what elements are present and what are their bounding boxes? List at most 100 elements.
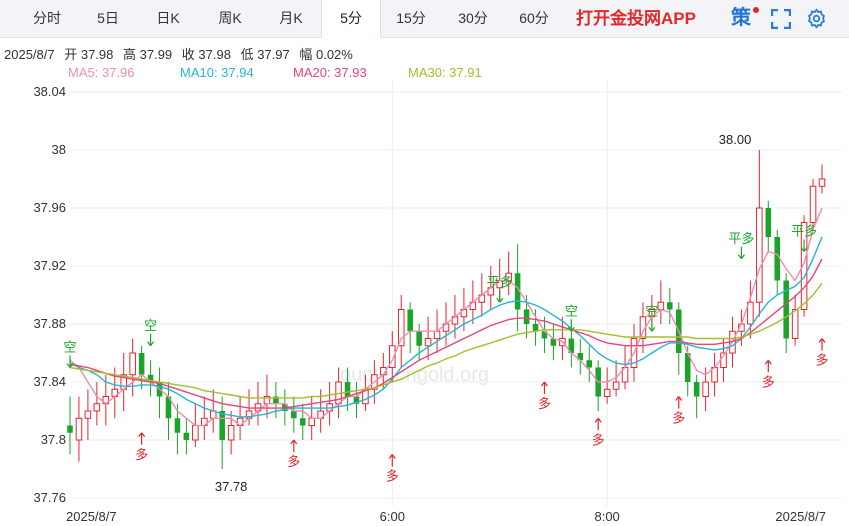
candle-body xyxy=(183,432,190,440)
candle-body xyxy=(756,207,763,303)
candle-body xyxy=(93,403,101,412)
candle-body xyxy=(765,208,772,237)
signal-arrow-up xyxy=(290,439,298,452)
quote-date: 2025/8/7 xyxy=(4,47,55,62)
candle-body xyxy=(308,417,315,426)
candle-body xyxy=(192,425,199,441)
signal-label: 空 xyxy=(144,318,157,333)
candle-body xyxy=(129,352,136,376)
candle-body xyxy=(67,425,73,433)
tab-15min[interactable]: 15分 xyxy=(386,0,436,37)
signal-arrow-up xyxy=(764,359,772,373)
notification-dot xyxy=(753,7,759,13)
candle-body xyxy=(397,309,405,347)
x-tick-label: 8:00 xyxy=(594,509,619,524)
y-tick-label: 37.76 xyxy=(33,490,66,505)
ma10-legend: MA10: 37.94 xyxy=(180,65,254,80)
candle-body xyxy=(532,324,539,332)
quote-high: 高 37.99 xyxy=(123,47,173,62)
quote-low: 低 37.97 xyxy=(240,47,290,62)
tab-60min[interactable]: 60分 xyxy=(508,0,560,37)
candle-body xyxy=(291,411,297,419)
signal-arrow-down xyxy=(737,246,745,260)
tab-monthly-k[interactable]: 月K xyxy=(266,0,316,37)
quote-open: 开 37.98 xyxy=(64,47,114,62)
signal-arrow-down xyxy=(147,333,155,347)
candle-body xyxy=(84,410,92,419)
y-tick-label: 37.84 xyxy=(33,374,66,389)
x-tick-label: 2025/8/7 xyxy=(775,509,826,524)
candle-body xyxy=(702,381,709,397)
signal-arrow-up xyxy=(818,338,826,351)
signal-label: 平多 xyxy=(728,231,754,246)
y-tick-label: 37.8 xyxy=(41,432,66,447)
open-app-link[interactable]: 打开金投网APP xyxy=(576,0,696,37)
candle-body xyxy=(344,382,351,397)
candle-body xyxy=(523,309,530,324)
tab-realtime[interactable]: 分时 xyxy=(22,0,72,37)
candle-body xyxy=(227,425,235,441)
signal-label: 多 xyxy=(672,411,685,426)
tab-5day[interactable]: 5日 xyxy=(84,0,132,37)
candle-body xyxy=(818,178,826,187)
signal-label: 多 xyxy=(538,396,551,411)
tab-daily-k[interactable]: 日K xyxy=(143,0,193,37)
signal-arrow-down xyxy=(496,290,504,303)
candle-body xyxy=(693,382,700,397)
signal-label: 多 xyxy=(287,454,300,469)
y-tick-label: 37.96 xyxy=(33,200,66,215)
signal-arrow-up xyxy=(388,454,396,467)
high-price-label: 38.00 xyxy=(719,132,752,147)
signal-label: 平多 xyxy=(791,224,817,239)
candle-body xyxy=(809,185,817,223)
tab-weekly-k[interactable]: 周K xyxy=(204,0,256,37)
x-tick-label: 2025/8/7 xyxy=(66,509,117,524)
y-tick-label: 38 xyxy=(52,142,66,157)
candlestick-chart[interactable]: 38.043837.9637.9237.8837.8437.837.762025… xyxy=(0,80,849,526)
strategy-button[interactable]: 策 xyxy=(731,0,751,37)
candle-body xyxy=(791,309,799,339)
candle-body xyxy=(138,353,145,375)
signal-label: 多 xyxy=(762,374,775,389)
candle-body xyxy=(612,381,620,390)
tab-5min[interactable]: 5分 xyxy=(321,0,381,38)
signal-label: 平多 xyxy=(487,274,513,289)
signal-label: 多 xyxy=(815,353,828,368)
candle-body xyxy=(407,309,413,332)
candle-body xyxy=(416,331,422,346)
tab-30min[interactable]: 30分 xyxy=(447,0,499,37)
signal-arrow-up xyxy=(675,396,683,409)
ma20-legend: MA20: 37.93 xyxy=(293,65,367,80)
signal-label: 空 xyxy=(63,340,76,355)
period-tab-bar: 分时 5日 日K 周K 月K 5分 15分 30分 60分 打开金投网APP 策 xyxy=(0,0,849,38)
signal-arrow-up xyxy=(540,381,548,394)
y-tick-label: 37.92 xyxy=(33,258,66,273)
signal-label: 多 xyxy=(386,469,399,484)
candle-body xyxy=(603,388,611,397)
ma5-legend: MA5: 37.96 xyxy=(68,65,135,80)
quote-close: 收 37.98 xyxy=(181,47,231,62)
signal-label: 空 xyxy=(565,303,578,318)
signal-label: 多 xyxy=(135,447,148,462)
signal-label: 多 xyxy=(592,432,605,447)
quote-amplitude: 幅 0.02% xyxy=(299,47,353,62)
signal-arrow-up xyxy=(594,417,602,431)
quote-summary: 2025/8/7 开 37.98 高 37.99 收 37.98 低 37.97… xyxy=(4,44,359,63)
y-tick-label: 37.88 xyxy=(33,316,66,331)
candle-body xyxy=(657,301,665,310)
candle-body xyxy=(299,418,306,426)
signal-arrow-up xyxy=(138,432,146,445)
candle-body xyxy=(586,360,593,368)
candle-body xyxy=(174,418,181,433)
candle-body xyxy=(219,411,225,440)
ma30-legend: MA30: 37.91 xyxy=(408,65,482,80)
settings-icon[interactable] xyxy=(806,8,827,29)
candle-body xyxy=(75,417,83,441)
signal-label: 空 xyxy=(645,303,658,318)
candle-body xyxy=(424,338,432,347)
y-tick-label: 38.04 xyxy=(33,84,66,99)
candle-body xyxy=(433,330,441,339)
x-tick-label: 6:00 xyxy=(380,509,405,524)
fullscreen-icon[interactable] xyxy=(771,9,791,29)
low-price-label: 37.78 xyxy=(215,479,248,494)
